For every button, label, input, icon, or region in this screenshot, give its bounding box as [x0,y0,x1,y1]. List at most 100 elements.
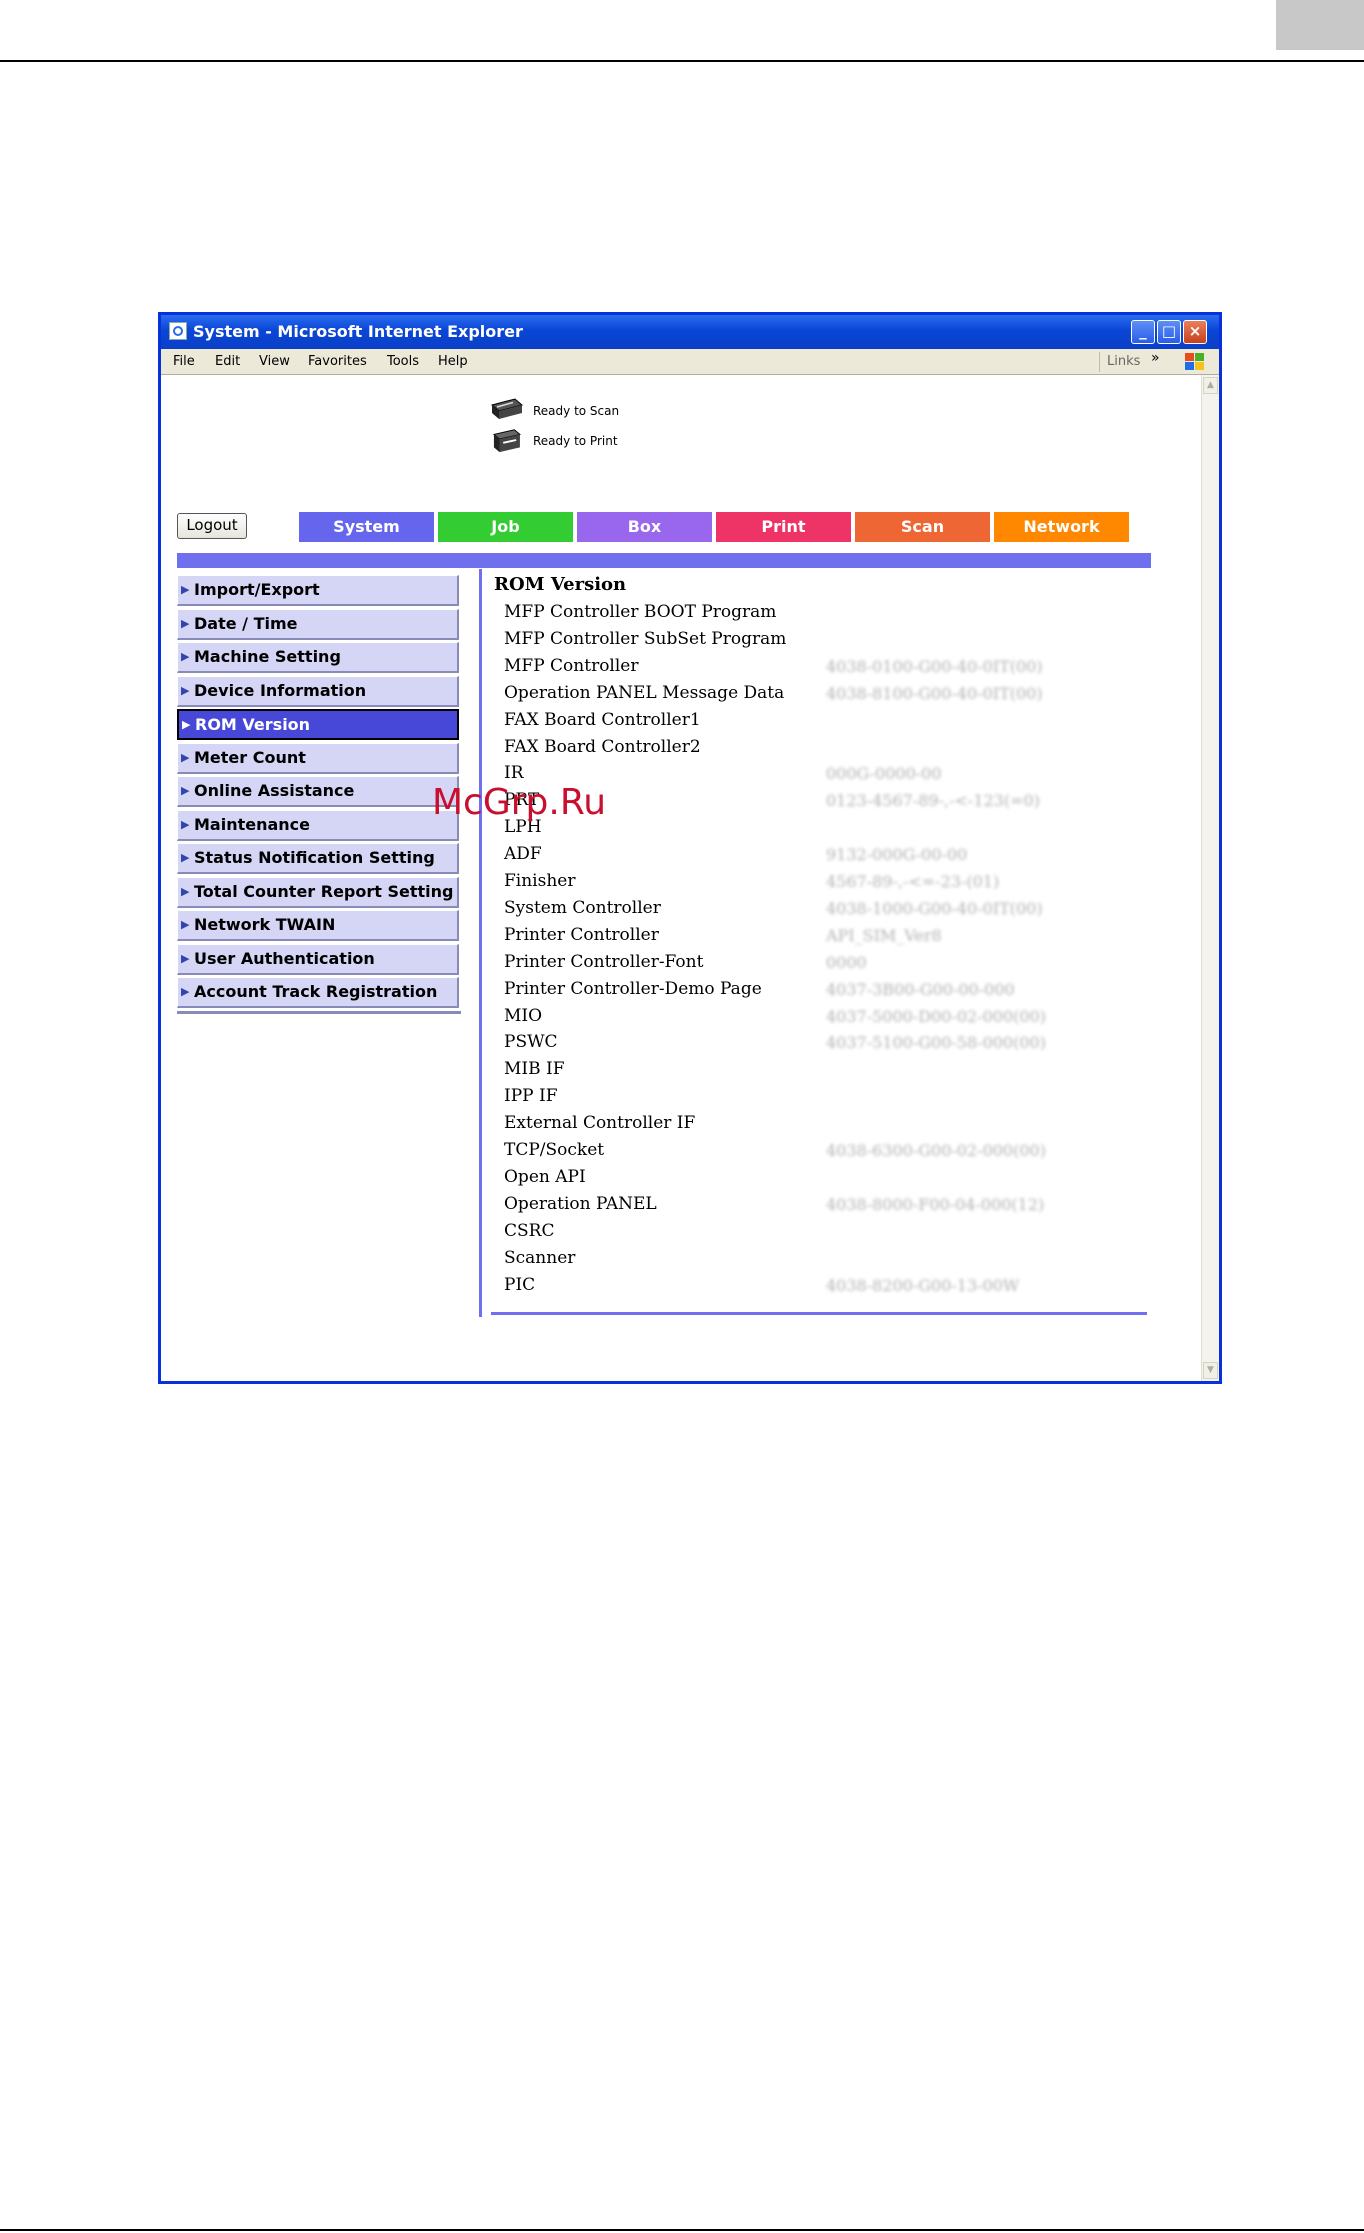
rom-row-label: CSRC [504,1220,555,1241]
rom-row-value: 4037-5000-D00-02-000(00) [826,1006,1046,1026]
links-chevron-icon[interactable]: » [1151,350,1160,366]
sidebar-item-network-twain[interactable]: Network TWAIN [177,910,459,941]
close-button[interactable]: × [1183,320,1207,344]
tab-job[interactable]: Job [438,512,575,542]
scroll-up-arrow-icon[interactable]: ▲ [1203,377,1218,394]
sidebar-item-status-notification[interactable]: Status Notification Setting [177,843,459,874]
rom-row-label: Printer Controller-Font [504,951,704,972]
rom-row-label: Open API [504,1166,586,1187]
page-top-rule [0,60,1364,62]
rom-row-label: PSWC [504,1032,558,1053]
sidebar-item-date-time[interactable]: Date / Time [177,608,459,640]
rom-version-title: ROM Version [494,574,627,595]
rom-row-value: 4038-0100-G00-40-0IT(00) [826,656,1043,676]
browser-window: System - Microsoft Internet Explorer _ □… [158,312,1222,1384]
rom-row-label: IPP IF [504,1086,558,1107]
rom-row: Printer Controller-Font 0000 [504,952,1104,978]
page-content: Ready to Scan Ready to Print Logout Syst… [161,375,1201,1381]
minimize-button[interactable]: _ [1131,320,1155,344]
sidebar-item-device-information[interactable]: Device Information [177,675,459,707]
scroll-down-arrow-icon[interactable]: ▼ [1203,1362,1218,1379]
rom-row-value: 0123-4567-89-,-<-123(=0) [826,791,1040,811]
sidebar-item-account-track[interactable]: Account Track Registration [177,977,459,1008]
watermark: McGrp.Ru [432,782,607,823]
rom-row-value: 4038-8100-G00-40-0IT(00) [826,683,1043,703]
rom-row-label: PIC [504,1274,536,1295]
menu-separator [1099,352,1100,372]
rom-row: PSWC 4037-5100-G00-58-000(00) [504,1032,1104,1058]
menu-help[interactable]: Help [438,354,468,369]
rom-row: MFP Controller BOOT Program [504,602,1104,628]
sidebar-bottom-rule [177,1010,461,1014]
sidebar-item-machine-setting[interactable]: Machine Setting [177,642,459,673]
rom-row: IPP IF [504,1086,1104,1112]
sidebar-item-rom-version[interactable]: ROM Version [177,709,459,740]
maximize-button[interactable]: □ [1157,320,1181,344]
rom-row: System Controller 4038-1000-G00-40-0IT(00… [504,898,1104,924]
sidebar-item-meter-count[interactable]: Meter Count [177,742,459,774]
sidebar-item-import-export[interactable]: Import/Export [177,575,459,606]
rom-row-value: 0000 [826,952,867,972]
menu-file[interactable]: File [173,354,195,369]
rom-row-label: FAX Board Controller1 [504,709,701,730]
rom-row-value: 9132-000G-00-00 [826,845,968,865]
rom-row-value: 4037-3B00-G00-00-000 [826,979,1015,999]
rom-row: Printer Controller-Demo Page 4037-3B00-G0… [504,979,1104,1005]
tab-system[interactable]: System [299,512,436,542]
rom-row: TCP/Socket 4038-6300-G00-02-000(00) [504,1140,1104,1166]
menu-tools[interactable]: Tools [387,354,419,369]
tab-box[interactable]: Box [577,512,714,542]
rom-row: Operation PANEL Message Data 4038-8100-G0… [504,683,1104,709]
rom-row: Operation PANEL 4038-8000-F00-04-000(12) [504,1194,1104,1220]
menu-edit[interactable]: Edit [215,354,240,369]
vertical-scrollbar[interactable]: ▲ ▼ [1201,375,1219,1381]
ie-icon [169,322,187,340]
sidebar-menu: Import/Export Date / Time Machine Settin… [177,575,461,1014]
rom-row-label: Operation PANEL [504,1193,657,1214]
rom-row-value: 4567-89-,-<=-23-(01) [826,872,1000,891]
rom-row-value: 4038-6300-G00-02-000(00) [826,1141,1046,1160]
rom-row: Scanner [504,1248,1104,1274]
rom-row: MIB IF [504,1059,1104,1085]
tab-print[interactable]: Print [716,512,853,542]
windows-logo-icon [1185,353,1205,371]
printer-icon [492,429,521,453]
rom-row: PIC 4038-8200-G00-13-00W [504,1275,1104,1301]
rom-row: ADF 9132-000G-00-00 [504,844,1104,870]
tab-network[interactable]: Network [994,512,1131,542]
title-bar[interactable]: System - Microsoft Internet Explorer _ □… [161,315,1219,349]
content-divider-vertical [479,569,482,1317]
menu-bar: File Edit View Favorites Tools Help Link… [161,349,1219,375]
rom-row-value: 000G-0000-00 [826,764,942,784]
menu-view[interactable]: View [259,354,290,369]
scanner-icon [490,398,523,419]
links-toolbar[interactable]: Links [1107,354,1140,369]
rom-row: Open API [504,1167,1104,1193]
rom-row-label: Finisher [504,871,576,891]
rom-row-label: MFP Controller [504,655,639,676]
rom-row-value: API_SIM_Ver8 [826,925,942,945]
menu-favorites[interactable]: Favorites [308,354,367,369]
rom-row-label: MIB IF [504,1059,565,1080]
rom-row-label: MIO [504,1005,543,1026]
rom-row: Finisher 4567-89-,-<=-23-(01) [504,871,1104,897]
rom-row-value: 4037-5100-G00-58-000(00) [826,1033,1046,1053]
sidebar-item-maintenance[interactable]: Maintenance [177,809,459,841]
print-status-label: Ready to Print [533,434,618,448]
rom-row-label: Operation PANEL Message Data [504,682,785,703]
rom-row-label: Scanner [504,1247,576,1268]
rom-row: Printer Controller API_SIM_Ver8 [504,925,1104,951]
sidebar-item-total-counter-report[interactable]: Total Counter Report Setting [177,876,459,908]
rom-row-label: MFP Controller BOOT Program [504,602,777,622]
rom-row-label: External Controller IF [504,1113,696,1134]
rom-row-label: FAX Board Controller2 [504,736,701,757]
tab-underline-bar [177,553,1151,568]
rom-row-value: 4038-1000-G00-40-0IT(00) [826,898,1043,918]
rom-row: External Controller IF [504,1113,1104,1139]
logout-button[interactable]: Logout [177,513,247,539]
sidebar-item-user-authentication[interactable]: User Authentication [177,943,459,975]
rom-row-value: 4038-8000-F00-04-000(12) [826,1194,1045,1214]
tab-scan[interactable]: Scan [855,512,992,542]
page-bottom-rule [0,2229,1364,2231]
sidebar-item-online-assistance[interactable]: Online Assistance [177,776,459,807]
